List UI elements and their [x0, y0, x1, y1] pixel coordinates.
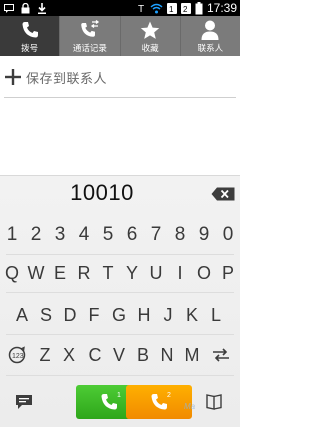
key-e[interactable]: E — [48, 258, 72, 288]
key-divider — [6, 292, 234, 293]
key-g[interactable]: G — [107, 300, 131, 330]
key-t[interactable]: T — [96, 258, 120, 288]
tab-label: 联系人 — [197, 44, 224, 54]
number-display: 10010 — [0, 178, 240, 212]
sim1-signal-icon: 1 — [166, 3, 177, 14]
tab-dialer[interactable]: 拨号 — [0, 16, 61, 56]
signal-t-icon: T — [138, 4, 144, 14]
status-left-icons — [4, 2, 47, 14]
phone-icon — [101, 394, 117, 410]
key-4[interactable]: 4 — [72, 220, 96, 250]
status-right-icons: T 1 2 17:39 — [138, 1, 237, 15]
svg-text:1: 1 — [169, 5, 174, 14]
key-0[interactable]: 0 — [216, 220, 240, 250]
key-s[interactable]: S — [34, 300, 58, 330]
key-7[interactable]: 7 — [144, 220, 168, 250]
wifi-icon — [150, 3, 163, 13]
svg-text:123: 123 — [12, 353, 24, 360]
phone-icon — [151, 394, 167, 410]
tab-label: 通话记录 — [72, 44, 107, 54]
key-123-toggle[interactable]: 123 — [2, 340, 32, 370]
letter-row-1: Q W E R T Y U I O P — [0, 258, 240, 288]
svg-text:2: 2 — [183, 5, 188, 14]
key-1[interactable]: 1 — [0, 220, 24, 250]
divider — [4, 97, 236, 98]
key-v[interactable]: V — [107, 340, 131, 370]
letter-row-3: 123 Z X C V B N M — [0, 340, 240, 370]
key-divider — [6, 334, 234, 335]
message-icon[interactable] — [15, 394, 33, 410]
backspace-icon[interactable] — [211, 187, 235, 201]
key-divider — [6, 254, 234, 255]
contacts-book-icon[interactable] — [205, 393, 223, 411]
tab-label: 收藏 — [141, 44, 159, 54]
key-q[interactable]: Q — [0, 258, 24, 288]
key-9[interactable]: 9 — [192, 220, 216, 250]
message-icon — [4, 3, 14, 13]
key-i[interactable]: I — [168, 258, 192, 288]
key-c[interactable]: C — [83, 340, 107, 370]
key-3[interactable]: 3 — [48, 220, 72, 250]
sim1-badge: 1 — [117, 392, 121, 399]
tab-label: 拨号 — [21, 44, 39, 54]
key-y[interactable]: Y — [120, 258, 144, 288]
key-m[interactable]: M — [180, 340, 204, 370]
call-sim2-button[interactable]: 2 — [126, 385, 192, 419]
save-to-contacts-row[interactable]: 保存到联系人 — [0, 58, 240, 98]
numeric-toggle-icon: 123 — [8, 346, 26, 364]
switch-layout-icon — [213, 348, 229, 362]
key-z[interactable]: Z — [33, 340, 57, 370]
key-p[interactable]: P — [216, 258, 240, 288]
key-j[interactable]: J — [156, 300, 180, 330]
status-bar: T 1 2 17:39 — [0, 0, 240, 16]
key-u[interactable]: U — [144, 258, 168, 288]
save-to-contacts-label: 保存到联系人 — [26, 72, 108, 87]
key-o[interactable]: O — [192, 258, 216, 288]
watermark: Ma — [184, 402, 196, 411]
phone-icon — [19, 20, 41, 40]
tab-contacts[interactable]: 联系人 — [181, 16, 240, 56]
tab-bar: 拨号 通话记录 收藏 联系人 — [0, 16, 240, 56]
key-2[interactable]: 2 — [24, 220, 48, 250]
key-r[interactable]: R — [72, 258, 96, 288]
key-h[interactable]: H — [132, 300, 156, 330]
key-w[interactable]: W — [24, 258, 48, 288]
svg-text:T: T — [138, 4, 144, 14]
tab-call-log[interactable]: 通话记录 — [60, 16, 121, 56]
key-8[interactable]: 8 — [168, 220, 192, 250]
letter-row-2: A S D F G H J K L — [0, 300, 240, 330]
dialed-number[interactable]: 10010 — [0, 180, 204, 206]
call-log-icon — [79, 20, 101, 40]
digit-row: 1 2 3 4 5 6 7 8 9 0 — [0, 220, 240, 250]
key-n[interactable]: N — [155, 340, 179, 370]
key-5[interactable]: 5 — [96, 220, 120, 250]
key-l[interactable]: L — [204, 300, 228, 330]
key-a[interactable]: A — [10, 300, 34, 330]
key-f[interactable]: F — [82, 300, 106, 330]
key-switch-layout[interactable] — [208, 340, 234, 370]
person-icon — [199, 20, 221, 40]
plus-icon — [5, 69, 21, 85]
sim2-signal-icon: 2 — [180, 3, 191, 14]
key-x[interactable]: X — [57, 340, 81, 370]
sim2-badge: 2 — [167, 392, 171, 399]
lock-icon — [21, 2, 30, 13]
key-divider — [6, 375, 234, 376]
key-b[interactable]: B — [131, 340, 155, 370]
battery-icon — [195, 1, 203, 14]
key-k[interactable]: K — [180, 300, 204, 330]
tab-favorites[interactable]: 收藏 — [121, 16, 181, 56]
key-6[interactable]: 6 — [120, 220, 144, 250]
key-d[interactable]: D — [58, 300, 82, 330]
star-icon — [139, 20, 161, 40]
status-time: 17:39 — [206, 1, 237, 15]
download-icon — [38, 2, 46, 14]
